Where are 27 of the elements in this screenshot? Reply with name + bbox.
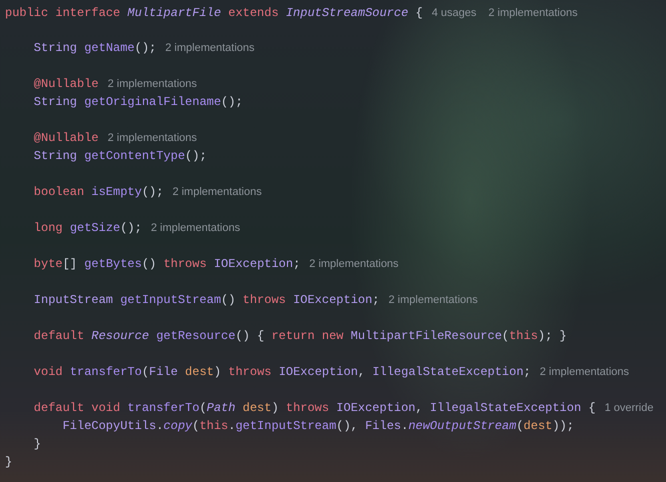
inlay-hint[interactable]: 2 implementations <box>309 255 399 273</box>
code-line: public interface MultipartFile extends InputStreamSource { <box>5 5 423 22</box>
inlay-hint[interactable]: 2 implementations <box>150 219 240 237</box>
code-line: String getName(); <box>34 40 156 57</box>
code-line: byte[] getBytes() throws IOException; <box>34 256 300 273</box>
code-line: InputStream getInputStream() throws IOException; <box>34 292 380 309</box>
inlay-hint[interactable]: 2 implementations <box>172 183 262 201</box>
inlay-hint[interactable]: 2 implementations <box>488 4 578 22</box>
inlay-hint[interactable]: 1 override <box>604 399 654 417</box>
code-line: } <box>34 436 41 453</box>
code-line: default void transferTo(Path dest) throws IOException, IllegalStateException { <box>34 400 596 417</box>
inlay-hint[interactable]: 2 implementations <box>108 129 197 147</box>
code-line: } <box>5 454 12 471</box>
inlay-hint[interactable]: 2 implementations <box>108 75 197 93</box>
inlay-hint[interactable]: 2 implementations <box>540 363 630 381</box>
code-line: String getContentType(); <box>34 148 207 165</box>
code-line: default Resource getResource() { return new MultipartFileResource(this); } <box>34 328 567 345</box>
inlay-hint[interactable]: 4 usages <box>432 4 476 22</box>
code-line: boolean isEmpty(); <box>34 184 164 201</box>
inlay-hint[interactable]: 2 implementations <box>165 39 255 57</box>
code-line: @Nullable <box>34 76 99 93</box>
code-line: long getSize(); <box>34 220 142 237</box>
code-line: FileCopyUtils.copy(this.getInputStream(), Files.newOutputStream(dest)); <box>62 418 574 435</box>
inlay-hint[interactable]: 2 implementations <box>388 291 478 309</box>
code-line: @Nullable <box>34 130 99 147</box>
code-line: String getOriginalFilename(); <box>34 94 243 111</box>
code-line: void transferTo(File dest) throws IOException, IllegalStateException; <box>34 364 531 381</box>
